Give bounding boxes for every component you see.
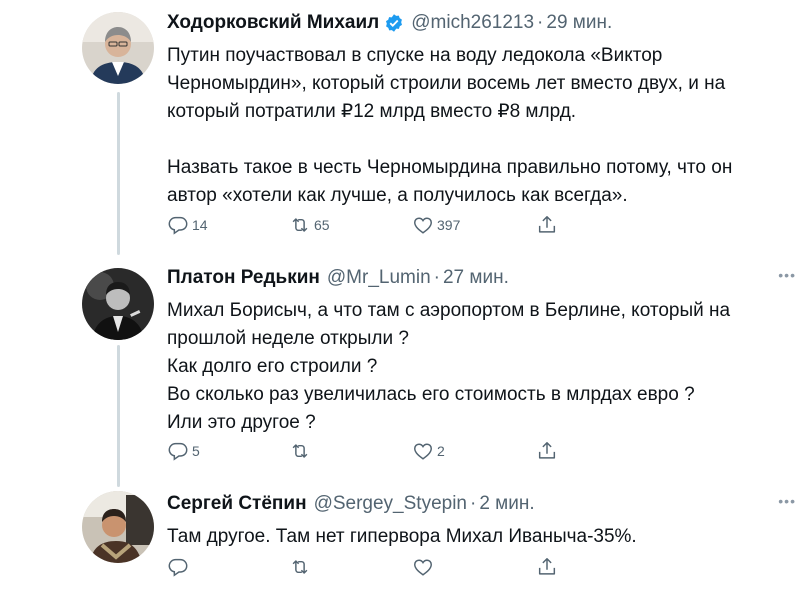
more-icon[interactable]: ••• (778, 267, 796, 283)
tweet-text-blank-line (167, 126, 788, 154)
share-button[interactable] (536, 214, 558, 236)
reply-button[interactable]: 5 (167, 440, 200, 462)
author-name[interactable]: Ходорковский Михаил (167, 12, 379, 34)
tweet-actions (167, 556, 567, 580)
retweet-button[interactable] (289, 556, 314, 578)
share-icon (536, 556, 558, 578)
tweet-text-line: автор «хотели как лучше, а получилось ка… (167, 185, 628, 206)
author-name[interactable]: Платон Редькин (167, 267, 320, 289)
tweet-actions: 14 65 397 (167, 214, 567, 238)
timestamp[interactable]: 27 мин. (443, 267, 509, 289)
timestamp[interactable]: 29 мин. (546, 12, 612, 34)
tweet-text-line: Как долго его строили ? (167, 356, 378, 377)
timestamp[interactable]: 2 мин. (479, 493, 534, 515)
tweet-text-line: Там другое. Там нет гипервора Михал Иван… (167, 526, 637, 547)
reply-button[interactable]: 14 (167, 214, 208, 236)
author-handle[interactable]: @Mr_Lumin (327, 267, 431, 289)
tweet-text: Михал Борисыч, а что там с аэропортом в … (167, 297, 788, 437)
tweet-actions: 5 2 (167, 440, 567, 464)
tweet-text: Там другое. Там нет гипервора Михал Иван… (167, 523, 788, 551)
author-name[interactable]: Сергей Стёпин (167, 493, 307, 515)
retweet-icon (289, 214, 311, 236)
separator-dot: · (470, 493, 477, 514)
like-count: 397 (437, 217, 461, 233)
reply-icon (167, 214, 189, 236)
separator-dot: · (537, 12, 544, 33)
tweet-text-line: Михал Борисыч, а что там с аэропортом в … (167, 300, 731, 321)
retweet-button[interactable] (289, 440, 314, 462)
tweet-text-line: прошлой неделе открыли ? (167, 328, 409, 349)
tweet[interactable]: Платон Редькин @Mr_Lumin · 27 мин. Михал… (0, 255, 800, 485)
tweet-header: Платон Редькин @Mr_Lumin · 27 мин. (167, 265, 788, 291)
retweet-button[interactable]: 65 (289, 214, 330, 236)
retweet-icon (289, 440, 311, 462)
like-icon (412, 440, 434, 462)
share-button[interactable] (536, 440, 558, 462)
verified-badge-icon (386, 14, 403, 32)
retweet-icon (289, 556, 311, 578)
share-icon (536, 440, 558, 462)
like-button[interactable] (412, 556, 437, 578)
avatar[interactable] (82, 491, 154, 563)
tweet-text-line: который потратили ₽12 млрд вместо ₽8 млр… (167, 101, 577, 122)
author-handle[interactable]: @Sergey_Styepin (314, 493, 467, 515)
reply-button[interactable] (167, 556, 192, 578)
reply-icon (167, 556, 189, 578)
like-button[interactable]: 397 (412, 214, 460, 236)
tweet-text-line: Назвать такое в честь Черномырдина прави… (167, 157, 733, 178)
tweet-text-line: Или это другое ? (167, 412, 316, 433)
like-icon (412, 214, 434, 236)
separator-dot: · (433, 267, 440, 288)
like-icon (412, 556, 434, 578)
tweet[interactable]: Ходорковский Михаил @mich261213 · 29 мин… (0, 0, 800, 255)
tweet-header: Ходорковский Михаил @mich261213 · 29 мин… (167, 10, 788, 36)
author-handle[interactable]: @mich261213 (411, 12, 534, 34)
tweet-text-line: Черномырдин», который строили восемь лет… (167, 73, 726, 94)
tweet-text-line: Путин поучаствовал в спуске на воду ледо… (167, 45, 663, 66)
tweet-text-line: Во сколько раз увеличилась его стоимость… (167, 384, 695, 405)
tweet[interactable]: Сергей Стёпин @Sergey_Styepin · 2 мин. Т… (0, 485, 800, 590)
share-button[interactable] (536, 556, 558, 578)
tweet-text: Путин поучаствовал в спуске на воду ледо… (167, 42, 788, 210)
reply-count: 5 (192, 443, 200, 459)
tweet-header: Сергей Стёпин @Sergey_Styepin · 2 мин. (167, 491, 788, 517)
reply-count: 14 (192, 217, 208, 233)
reply-icon (167, 440, 189, 462)
avatar[interactable] (82, 268, 154, 340)
like-button[interactable]: 2 (412, 440, 445, 462)
avatar[interactable] (82, 12, 154, 84)
retweet-count: 65 (314, 217, 330, 233)
more-icon[interactable]: ••• (778, 493, 796, 509)
share-icon (536, 214, 558, 236)
like-count: 2 (437, 443, 445, 459)
